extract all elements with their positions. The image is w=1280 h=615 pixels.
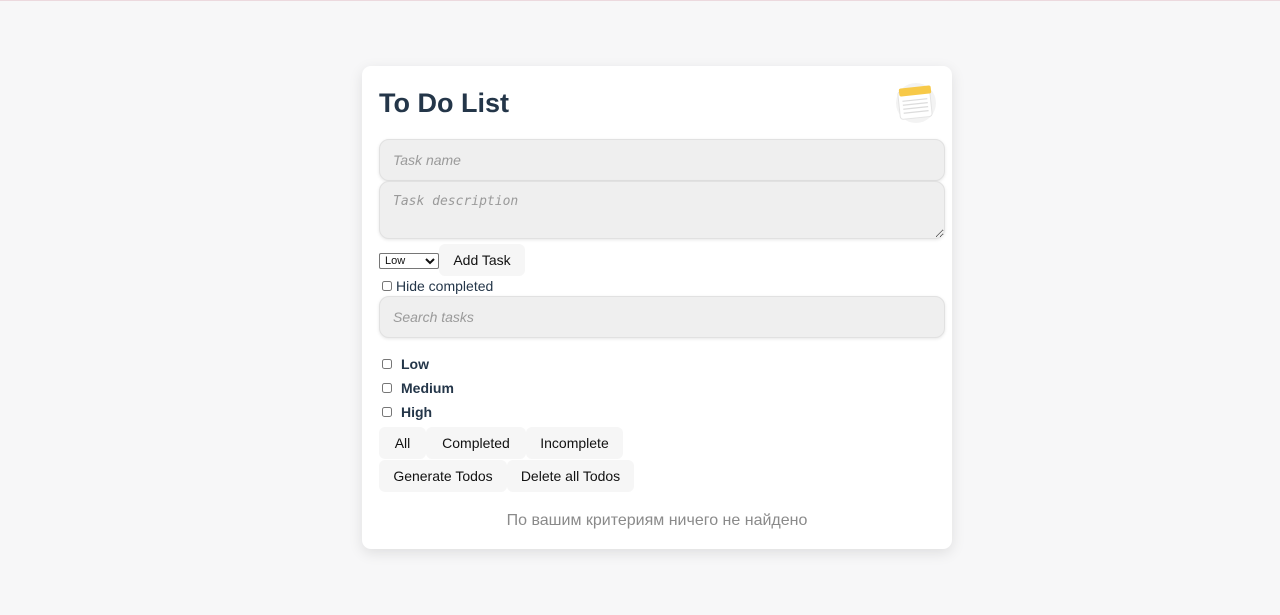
filter-completed-button[interactable]: Completed — [426, 427, 526, 459]
priority-filter-medium-label[interactable]: Medium — [401, 380, 454, 396]
priority-filter-high-label[interactable]: High — [401, 404, 432, 420]
add-task-button[interactable]: Add Task — [439, 244, 525, 276]
task-name-input[interactable] — [379, 139, 945, 181]
top-border — [0, 0, 1280, 1]
hide-completed-label[interactable]: Hide completed — [396, 278, 493, 294]
search-input[interactable] — [379, 296, 945, 338]
delete-all-todos-button[interactable]: Delete all Todos — [507, 460, 634, 492]
priority-filter-medium: Medium — [382, 379, 454, 397]
generate-todos-button[interactable]: Generate Todos — [379, 460, 507, 492]
todo-card: To Do List Low Medium High Add Task Hide… — [362, 66, 952, 549]
hide-completed-checkbox[interactable] — [382, 281, 392, 291]
priority-select[interactable]: Low Medium High — [379, 253, 439, 269]
hide-completed-row: Hide completed — [382, 277, 493, 295]
empty-state-message: По вашим критериям ничего не найдено — [506, 512, 808, 529]
priority-filter-high: High — [382, 403, 432, 421]
priority-filter-high-checkbox[interactable] — [382, 407, 392, 417]
filter-all-button[interactable]: All — [379, 427, 426, 459]
priority-filter-low-label[interactable]: Low — [401, 356, 429, 372]
priority-filter-low: Low — [382, 355, 429, 373]
task-description-input[interactable] — [379, 181, 945, 239]
priority-filter-low-checkbox[interactable] — [382, 359, 392, 369]
filter-incomplete-button[interactable]: Incomplete — [526, 427, 623, 459]
notepad-icon — [896, 83, 936, 123]
page-title: To Do List — [379, 88, 509, 118]
priority-filter-medium-checkbox[interactable] — [382, 383, 392, 393]
